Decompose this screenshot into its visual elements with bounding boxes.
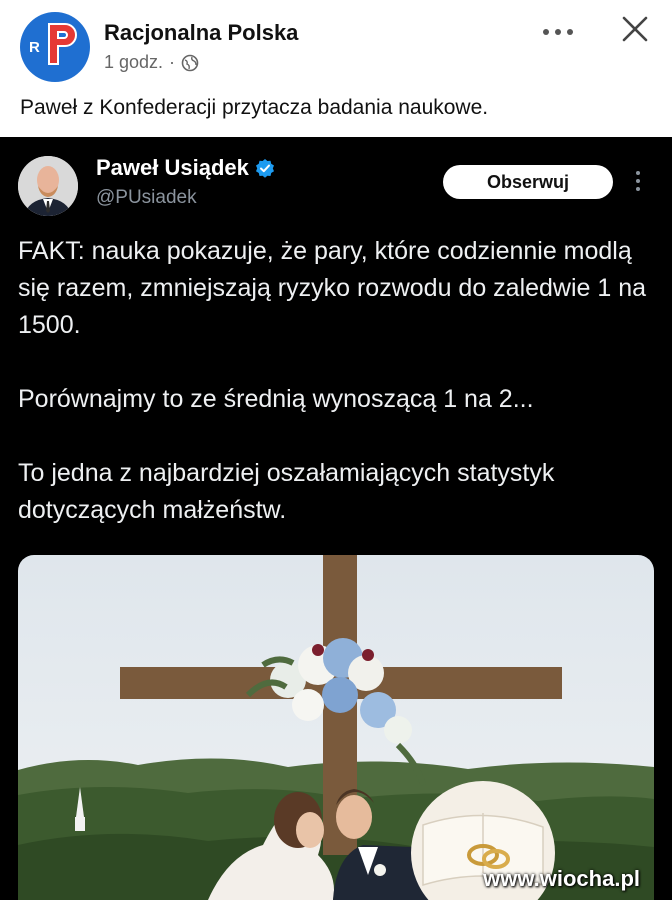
more-options-button[interactable] [542, 16, 574, 44]
tweet-image[interactable]: www.wiocha.pl [18, 555, 654, 900]
facebook-post-header: R Racjonalna Polska 1 godz. · Paweł z Ko… [0, 0, 672, 137]
tweet-paragraph: FAKT: nauka pokazuje, że pary, które cod… [18, 237, 647, 339]
close-button[interactable] [620, 14, 650, 44]
tweet-more-button[interactable] [634, 169, 642, 198]
meta-separator: · [169, 52, 176, 72]
globe-icon [181, 54, 199, 71]
wedding-cross-photo [18, 555, 654, 900]
more-vertical-icon [636, 171, 640, 191]
watermark: www.wiocha.pl [483, 866, 640, 891]
follow-button[interactable]: Obserwuj [443, 165, 613, 199]
tweet-paragraph: Porównajmy to ze średnią wynoszącą 1 na … [18, 385, 534, 413]
post-time[interactable]: 1 godz. [104, 52, 163, 73]
person-avatar-icon [18, 156, 78, 216]
tweet-text: FAKT: nauka pokazuje, że pary, które cod… [18, 233, 658, 529]
page-avatar[interactable]: R [20, 12, 90, 82]
post-meta: 1 godz. · [104, 52, 199, 73]
tweet-paragraph: To jedna z najbardziej oszałamiających s… [18, 459, 555, 524]
post-caption: Paweł z Konfederacji przytacza badania n… [20, 96, 489, 119]
tweet-card: Paweł Usiądek @PUsiadek Obserwuj FAKT: n… [0, 137, 672, 900]
verified-badge-icon [255, 159, 274, 178]
author-handle[interactable]: @PUsiadek [96, 187, 197, 209]
author-avatar[interactable] [18, 156, 78, 216]
logo-r-letter: R [29, 39, 40, 56]
author-name[interactable]: Paweł Usiądek [96, 155, 275, 181]
more-horizontal-icon [543, 29, 573, 35]
logo-p-icon [48, 23, 77, 65]
author-name-text: Paweł Usiądek [96, 155, 249, 180]
page-name[interactable]: Racjonalna Polska [104, 20, 298, 46]
close-icon [622, 16, 648, 42]
